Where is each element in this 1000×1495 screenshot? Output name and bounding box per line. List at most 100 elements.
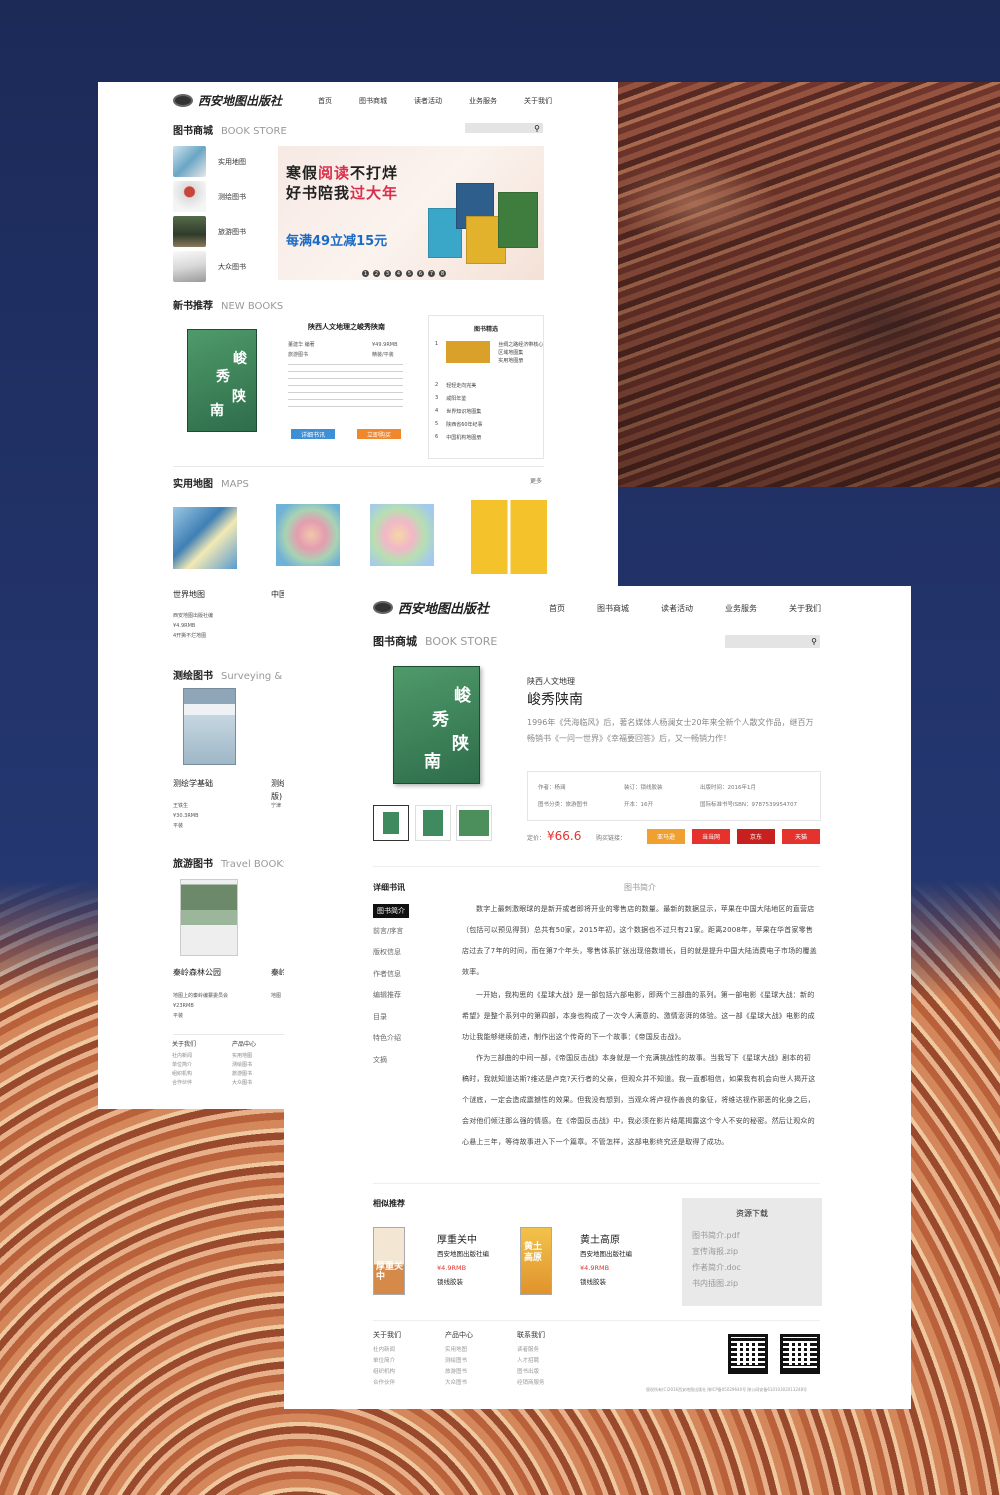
nav-home[interactable]: 首页 <box>549 603 565 614</box>
map-thumb-province[interactable] <box>370 504 434 566</box>
footer-link[interactable]: 测绘图书 <box>232 1061 256 1070</box>
footer-link[interactable]: 大众图书 <box>445 1378 473 1389</box>
search-icon[interactable]: ⚲ <box>534 124 540 133</box>
promo-banner[interactable]: 寒假阅读不打烊 好书陪我过大年 每满49立减15元 1 2 3 4 5 6 7 … <box>278 146 544 280</box>
footer-link[interactable]: 读者服务 <box>517 1345 545 1356</box>
category-surveying[interactable]: 测绘图书 <box>173 181 246 212</box>
search-input[interactable]: ⚲ <box>465 123 543 133</box>
new-book-cover[interactable]: 峻 秀 陕 南 <box>187 329 257 432</box>
nav-services[interactable]: 业务服务 <box>725 603 757 614</box>
map-thumb-china[interactable] <box>276 504 340 566</box>
nav-reader-events[interactable]: 读者活动 <box>661 603 693 614</box>
survey-book-cover[interactable] <box>183 688 236 765</box>
nav-bookstore[interactable]: 图书商城 <box>597 603 629 614</box>
pick-item[interactable]: 6 中国机构地图册 <box>435 434 481 441</box>
nav-about[interactable]: 关于我们 <box>524 96 552 106</box>
map-item-title[interactable]: 世界地图 <box>173 589 205 600</box>
tab-copyright[interactable]: 版权信息 <box>373 947 401 957</box>
banner-dot[interactable]: 2 <box>373 270 380 277</box>
download-link[interactable]: 图书简介.pdf <box>692 1230 740 1241</box>
footer-link[interactable]: 测绘图书 <box>445 1356 473 1367</box>
pick-item-1[interactable]: 1 丝绸之路经济带核心区域地图集 实用地图册 <box>435 341 546 365</box>
banner-dot[interactable]: 4 <box>395 270 402 277</box>
maps-more-link[interactable]: 更多 <box>530 476 542 485</box>
search-input[interactable]: ⚲ <box>725 635 820 648</box>
site-logo[interactable]: 西安地图出版社 <box>373 598 489 617</box>
survey-item-title[interactable]: 测绘学基础 <box>173 778 213 789</box>
footer-link[interactable]: 旅游图书 <box>445 1367 473 1378</box>
pick-item[interactable]: 5 陕西省60年纪事 <box>435 421 483 428</box>
category-travel[interactable]: 旅游图书 <box>173 216 246 247</box>
footer-link[interactable]: 社内新闻 <box>373 1345 401 1356</box>
footer-link[interactable]: 旅游图书 <box>232 1070 256 1079</box>
download-link[interactable]: 作者简介.doc <box>692 1262 741 1273</box>
category-practical-maps[interactable]: 实用地图 <box>173 146 246 177</box>
footer-link[interactable]: 合作伙伴 <box>172 1079 196 1088</box>
tab-author[interactable]: 作者信息 <box>373 969 401 979</box>
pick-item[interactable]: 2 轻轻走向完美 <box>435 382 476 389</box>
map-thumb-world[interactable] <box>173 507 237 569</box>
banner-dot[interactable]: 8 <box>439 270 446 277</box>
footer-link[interactable]: 经销商服务 <box>517 1378 545 1389</box>
intro-paragraph: 一开始，我构思的《星球大战》是一部包括六部电影，即两个三部曲的系列。第一部电影《… <box>462 991 815 1041</box>
copyright-text: 版权所有(C)2016西安地图出版社 陕ICP备05029640号 陕公网安备6… <box>646 1387 808 1392</box>
footer-link[interactable]: 人才招聘 <box>517 1356 545 1367</box>
nav-bookstore[interactable]: 图书商城 <box>359 96 387 106</box>
footer-link[interactable]: 组织机构 <box>373 1367 401 1378</box>
site-logo[interactable]: 西安地图出版社 <box>173 92 282 109</box>
download-link[interactable]: 书内插图.zip <box>692 1278 738 1289</box>
nav-reader-events[interactable]: 读者活动 <box>414 96 442 106</box>
cover-thumbnail-3[interactable] <box>456 805 492 841</box>
tab-features[interactable]: 特色介绍 <box>373 1033 401 1043</box>
related-book-cover[interactable]: 厚重关中 <box>373 1227 405 1295</box>
buy-now-button[interactable]: 立即购买 <box>357 429 401 439</box>
travel-book-cover[interactable] <box>180 879 238 956</box>
nav-about[interactable]: 关于我们 <box>789 603 821 614</box>
cover-thumbnail-2[interactable] <box>415 805 451 841</box>
footer-link[interactable]: 单位简介 <box>373 1356 401 1367</box>
related-book-title[interactable]: 黄土高原 <box>580 1231 620 1246</box>
tab-excerpt[interactable]: 文摘 <box>373 1055 387 1065</box>
shop-jd-button[interactable]: 京东 <box>737 829 775 844</box>
tab-toc[interactable]: 目录 <box>373 1012 387 1022</box>
download-link[interactable]: 宣传海报.zip <box>692 1246 738 1257</box>
category-general[interactable]: 大众图书 <box>173 251 246 282</box>
new-book-title[interactable]: 陕西人文地理之峻秀陕南 <box>308 322 385 332</box>
banner-dot[interactable]: 1 <box>362 270 369 277</box>
related-book-title[interactable]: 厚重关中 <box>437 1231 477 1246</box>
banner-dot[interactable]: 5 <box>406 270 413 277</box>
footer-link[interactable]: 实用地图 <box>232 1052 256 1061</box>
travel-item-title[interactable]: 秦岭森林公园 <box>173 967 221 978</box>
detail-button[interactable]: 详细书讯 <box>291 429 335 439</box>
footer-link[interactable]: 组织机构 <box>172 1070 196 1079</box>
pick-item[interactable]: 3 咸阳年鉴 <box>435 395 466 402</box>
pick-item[interactable]: 4 世界知识地图集 <box>435 408 481 415</box>
cover-thumbnail-1[interactable] <box>373 805 409 841</box>
banner-dot[interactable]: 6 <box>417 270 424 277</box>
banner-dot[interactable]: 7 <box>428 270 435 277</box>
footer-link[interactable]: 社内新闻 <box>172 1052 196 1061</box>
travel-item-price: ¥23RMB <box>173 1003 194 1009</box>
footer-link[interactable]: 图书出版 <box>517 1367 545 1378</box>
footer-link[interactable]: 单位简介 <box>172 1061 196 1070</box>
nav-services[interactable]: 业务服务 <box>469 96 497 106</box>
footer-link[interactable]: 大众图书 <box>232 1079 256 1088</box>
banner-headline-1: 寒假阅读不打烊 <box>286 164 399 182</box>
shop-amazon-button[interactable]: 亚马逊 <box>647 829 685 844</box>
related-book-cover[interactable]: 黄土高原 <box>520 1227 552 1295</box>
banner-dot[interactable]: 3 <box>384 270 391 277</box>
shop-tmall-button[interactable]: 天猫 <box>782 829 820 844</box>
tab-editor-pick[interactable]: 编辑推荐 <box>373 990 401 1000</box>
footer-link[interactable]: 合作伙伴 <box>373 1378 401 1389</box>
footer-link[interactable]: 实用地图 <box>445 1345 473 1356</box>
nav-home[interactable]: 首页 <box>318 96 332 106</box>
background-mountain-photo <box>618 82 1000 487</box>
tab-intro[interactable]: 图书简介 <box>373 904 409 918</box>
tab-preface[interactable]: 前言/序言 <box>373 926 403 936</box>
divider <box>373 1183 820 1184</box>
shop-dangdang-button[interactable]: 当当网 <box>692 829 730 844</box>
search-icon[interactable]: ⚲ <box>811 637 817 646</box>
category-image <box>173 146 206 177</box>
picks-title: 图书精选 <box>473 326 498 333</box>
map-thumb-guides[interactable] <box>471 500 547 574</box>
